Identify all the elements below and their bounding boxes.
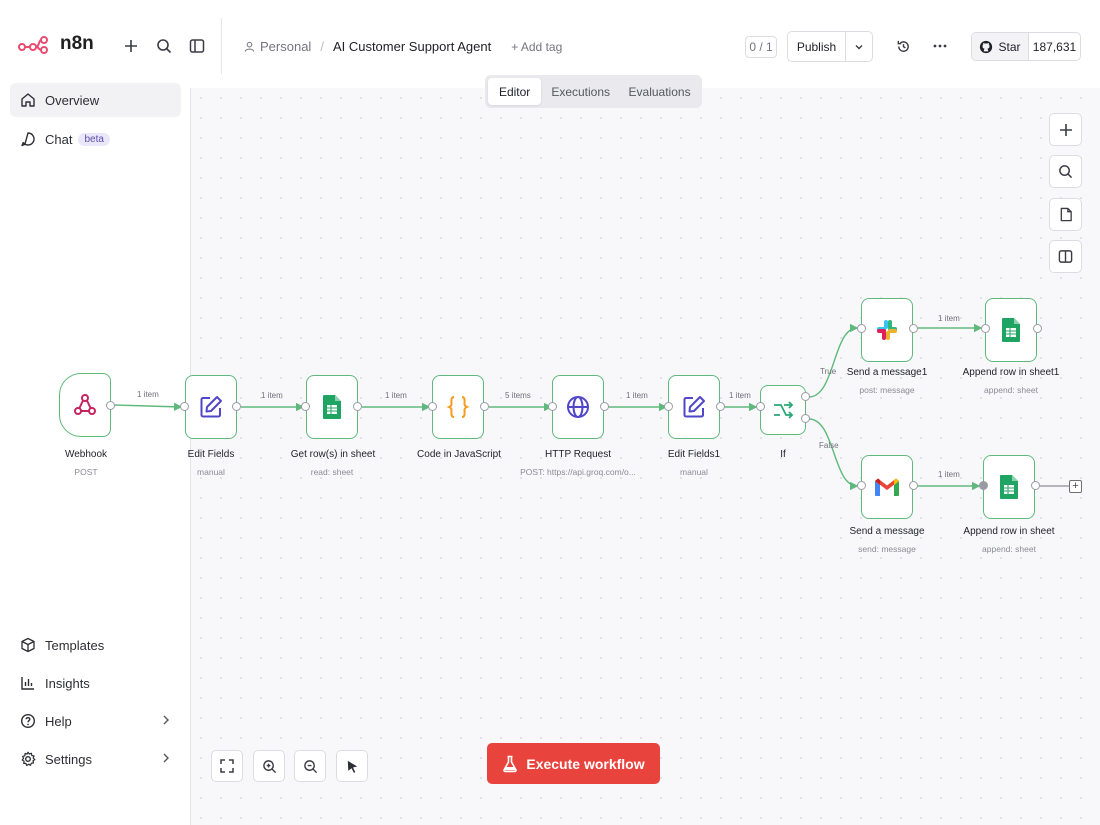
node-label: Append row in sheet xyxy=(963,526,1055,537)
node-append-row-in-sheet1[interactable] xyxy=(985,298,1037,362)
slack-icon xyxy=(877,320,897,340)
input-port[interactable] xyxy=(756,402,765,411)
branch-split-icon xyxy=(774,401,794,419)
edge-label: 1 item xyxy=(385,391,407,400)
google-sheets-icon xyxy=(1002,318,1020,342)
output-port[interactable] xyxy=(909,481,918,490)
node-label: Send a message xyxy=(849,526,925,537)
zoom-out-button[interactable] xyxy=(294,750,326,782)
tab-evaluations[interactable]: Evaluations xyxy=(620,78,699,105)
node-subtitle: manual xyxy=(680,467,708,477)
node-send-a-message[interactable] xyxy=(861,455,913,519)
input-port[interactable] xyxy=(301,402,310,411)
node-subtitle: append: sheet xyxy=(982,544,1036,554)
panel-icon xyxy=(1058,250,1073,263)
node-webhook[interactable] xyxy=(59,373,111,437)
pencil-edit-icon xyxy=(200,396,222,418)
google-sheets-icon xyxy=(323,395,341,419)
pencil-edit-icon xyxy=(683,396,705,418)
node-append-row-in-sheet[interactable] xyxy=(983,455,1035,519)
node-subtitle: read: sheet xyxy=(310,467,354,477)
globe-icon xyxy=(567,396,589,418)
workflow-connections xyxy=(114,323,1069,491)
node-label: Append row in sheet1 xyxy=(962,367,1060,378)
toggle-panel-button[interactable] xyxy=(1049,240,1082,273)
output-port[interactable] xyxy=(1031,481,1040,490)
output-port[interactable] xyxy=(353,402,362,411)
edge-label: 1 item xyxy=(729,391,751,400)
edge-label: 1 item xyxy=(137,390,159,399)
search-icon xyxy=(1059,165,1073,179)
input-port[interactable] xyxy=(857,324,866,333)
fit-view-button[interactable] xyxy=(211,750,243,782)
input-port[interactable] xyxy=(180,402,189,411)
node-label: If xyxy=(780,449,786,460)
tidy-up-button[interactable] xyxy=(336,750,368,782)
webhook-icon xyxy=(74,394,96,415)
input-port[interactable] xyxy=(428,402,437,411)
node-edit-fields[interactable] xyxy=(185,375,237,439)
output-port[interactable] xyxy=(480,402,489,411)
node-subtitle: append: sheet xyxy=(984,385,1038,395)
note-icon xyxy=(1060,207,1072,222)
tab-editor[interactable]: Editor xyxy=(488,78,542,105)
edge-label: 1 item xyxy=(938,314,960,323)
execute-workflow-button[interactable]: Execute workflow xyxy=(487,743,660,784)
node-get-rows-in-sheet[interactable] xyxy=(306,375,358,439)
gmail-icon xyxy=(875,478,899,496)
fullscreen-icon xyxy=(220,759,234,773)
node-edit-fields1[interactable] xyxy=(668,375,720,439)
output-port-true[interactable] xyxy=(801,392,810,401)
execute-workflow-label: Execute workflow xyxy=(526,755,645,772)
node-label: Edit Fields xyxy=(187,449,235,460)
google-sheets-icon xyxy=(1000,475,1018,499)
output-port-false[interactable] xyxy=(801,414,810,423)
edge-label: 1 item xyxy=(626,391,648,400)
node-http-request[interactable] xyxy=(552,375,604,439)
magic-wand-icon xyxy=(347,760,357,773)
zoom-out-icon xyxy=(303,759,317,773)
output-port[interactable] xyxy=(106,401,115,410)
sticky-note-button[interactable] xyxy=(1049,198,1082,231)
edge-label: 1 item xyxy=(938,470,960,479)
input-port[interactable] xyxy=(981,324,990,333)
zoom-in-button[interactable] xyxy=(253,750,285,782)
node-label: Webhook xyxy=(64,449,108,460)
input-port[interactable] xyxy=(548,402,557,411)
node-label: Send a message1 xyxy=(846,367,928,378)
node-if[interactable] xyxy=(760,385,806,435)
connection xyxy=(114,402,183,411)
output-port[interactable] xyxy=(1033,324,1042,333)
edge-label: 1 item xyxy=(261,391,283,400)
add-node-button[interactable] xyxy=(1049,113,1082,146)
node-label: Get row(s) in sheet xyxy=(290,449,376,460)
view-tabs: Editor Executions Evaluations xyxy=(485,75,702,108)
node-send-a-message1[interactable] xyxy=(861,298,913,362)
input-port[interactable] xyxy=(857,481,866,490)
output-port[interactable] xyxy=(716,402,725,411)
code-braces-icon xyxy=(446,396,470,418)
search-nodes-button[interactable] xyxy=(1049,155,1082,188)
edge-label: 5 items xyxy=(505,391,531,400)
input-port[interactable] xyxy=(664,402,673,411)
node-code-in-javascript[interactable] xyxy=(432,375,484,439)
add-node-plus-icon[interactable]: + xyxy=(1069,480,1082,493)
flask-icon xyxy=(503,755,518,772)
plus-icon xyxy=(1059,123,1072,136)
output-port[interactable] xyxy=(600,402,609,411)
output-port[interactable] xyxy=(232,402,241,411)
input-port[interactable] xyxy=(979,481,988,490)
zoom-in-icon xyxy=(262,759,276,773)
output-port[interactable] xyxy=(909,324,918,333)
tab-executions[interactable]: Executions xyxy=(541,78,620,105)
